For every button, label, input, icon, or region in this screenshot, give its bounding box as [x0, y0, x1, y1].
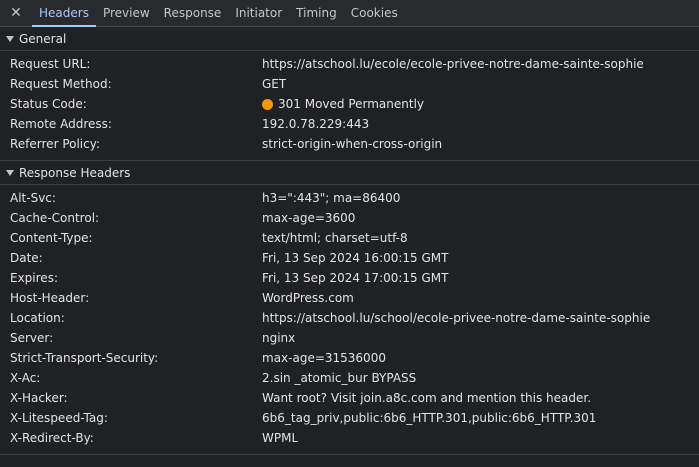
header-row-x-hacker: X-Hacker: Want root? Visit join.a8c.com …: [0, 388, 699, 408]
header-row-strict-transport-security: Strict-Transport-Security: max-age=31536…: [0, 348, 699, 368]
header-value[interactable]: https://atschool.lu/school/ecole-privee-…: [262, 311, 650, 325]
header-value[interactable]: strict-origin-when-cross-origin: [262, 137, 442, 151]
header-row-location: Location: https://atschool.lu/school/eco…: [0, 308, 699, 328]
status-text: 301 Moved Permanently: [278, 97, 425, 111]
header-key: Date:: [10, 251, 43, 265]
header-row-request-method: Request Method: GET: [0, 74, 699, 94]
tab-preview[interactable]: Preview: [96, 0, 157, 26]
header-key: Location:: [10, 311, 65, 325]
header-key: X-Hacker:: [10, 391, 68, 405]
header-value[interactable]: Want root? Visit join.a8c.com and mentio…: [262, 391, 591, 405]
header-key: Strict-Transport-Security:: [10, 351, 159, 365]
header-key: Status Code:: [10, 97, 87, 111]
header-value[interactable]: max-age=31536000: [262, 351, 386, 365]
header-key: X-Redirect-By:: [10, 431, 94, 445]
header-row-server: Server: nginx: [0, 328, 699, 348]
header-key: Alt-Svc:: [10, 191, 56, 205]
header-value[interactable]: WPML: [262, 431, 298, 445]
header-value[interactable]: 6b6_tag_priv,public:6b6_HTTP.301,public:…: [262, 411, 596, 425]
header-value[interactable]: max-age=3600: [262, 211, 355, 225]
header-key: Referrer Policy:: [10, 137, 100, 151]
response-headers-section-title: Response Headers: [19, 165, 131, 180]
header-value[interactable]: Fri, 13 Sep 2024 16:00:15 GMT: [262, 251, 449, 265]
expand-triangle-icon: [6, 35, 14, 42]
response-headers-rows: Alt-Svc: h3=":443"; ma=86400 Cache-Contr…: [0, 185, 699, 455]
general-section-rows: Request URL: https://atschool.lu/ecole/e…: [0, 51, 699, 161]
expand-triangle-icon: [6, 169, 14, 176]
status-value[interactable]: 301 Moved Permanently: [262, 97, 424, 111]
header-value[interactable]: WordPress.com: [262, 291, 354, 305]
header-value[interactable]: 192.0.78.229:443: [262, 117, 369, 131]
header-key: Server:: [10, 331, 54, 345]
header-value[interactable]: h3=":443"; ma=86400: [262, 191, 400, 205]
header-row-expires: Expires: Fri, 13 Sep 2024 17:00:15 GMT: [0, 268, 699, 288]
header-row-date: Date: Fri, 13 Sep 2024 16:00:15 GMT: [0, 248, 699, 268]
general-section-header[interactable]: General: [0, 27, 699, 51]
details-tab-bar: ✕ Headers Preview Response Initiator Tim…: [0, 0, 699, 27]
header-value[interactable]: 2.sin _atomic_bur BYPASS: [262, 371, 416, 385]
header-row-x-redirect-by: X-Redirect-By: WPML: [0, 428, 699, 448]
tab-initiator[interactable]: Initiator: [228, 0, 289, 26]
header-row-request-url: Request URL: https://atschool.lu/ecole/e…: [0, 54, 699, 74]
tab-cookies[interactable]: Cookies: [344, 0, 405, 26]
header-row-cache-control: Cache-Control: max-age=3600: [0, 208, 699, 228]
tab-response[interactable]: Response: [157, 0, 229, 26]
close-icon[interactable]: ✕: [0, 0, 32, 26]
header-value[interactable]: nginx: [262, 331, 295, 345]
header-row-host-header: Host-Header: WordPress.com: [0, 288, 699, 308]
header-key: Request URL:: [10, 57, 91, 71]
header-value[interactable]: https://atschool.lu/ecole/ecole-privee-n…: [262, 57, 644, 71]
header-row-alt-svc: Alt-Svc: h3=":443"; ma=86400: [0, 188, 699, 208]
general-section-title: General: [19, 31, 67, 46]
header-row-x-ac: X-Ac: 2.sin _atomic_bur BYPASS: [0, 368, 699, 388]
network-request-details-panel: ✕ Headers Preview Response Initiator Tim…: [0, 0, 699, 467]
header-value[interactable]: GET: [262, 77, 286, 91]
header-key: Content-Type:: [10, 231, 93, 245]
header-key: Host-Header:: [10, 291, 90, 305]
header-key: Cache-Control:: [10, 211, 100, 225]
header-row-status-code: Status Code: 301 Moved Permanently: [0, 94, 699, 114]
header-row-x-litespeed-tag: X-Litespeed-Tag: 6b6_tag_priv,public:6b6…: [0, 408, 699, 428]
header-key: Request Method:: [10, 77, 112, 91]
header-key: Expires:: [10, 271, 58, 285]
header-value[interactable]: text/html; charset=utf-8: [262, 231, 408, 245]
response-headers-section-header[interactable]: Response Headers: [0, 161, 699, 185]
header-row-referrer-policy: Referrer Policy: strict-origin-when-cros…: [0, 134, 699, 154]
tab-headers[interactable]: Headers: [32, 0, 96, 27]
tab-timing[interactable]: Timing: [289, 0, 344, 26]
header-value[interactable]: Fri, 13 Sep 2024 17:00:15 GMT: [262, 271, 449, 285]
header-row-content-type: Content-Type: text/html; charset=utf-8: [0, 228, 699, 248]
header-row-remote-address: Remote Address: 192.0.78.229:443: [0, 114, 699, 134]
status-dot-icon: [262, 98, 273, 110]
header-key: X-Litespeed-Tag:: [10, 411, 108, 425]
header-key: Remote Address:: [10, 117, 112, 131]
header-key: X-Ac:: [10, 371, 41, 385]
